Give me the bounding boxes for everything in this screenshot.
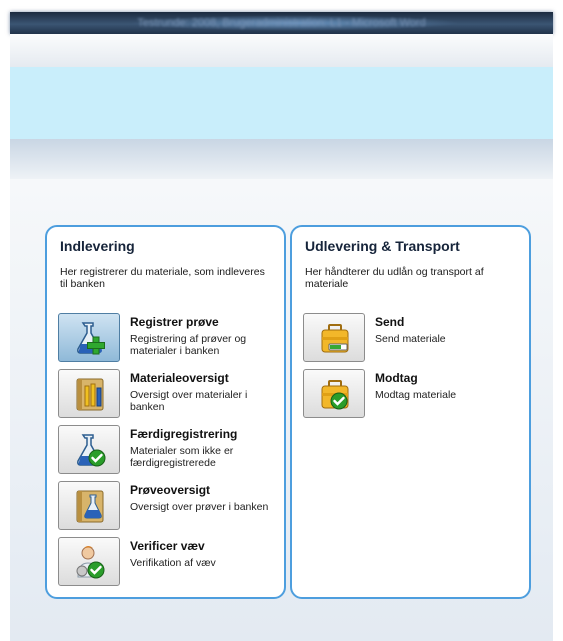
panel-description: Her registrerer du materiale, som indlev… <box>60 266 265 290</box>
registrer-proeve-item: Registrer prøve Registrering af prøver o… <box>58 313 280 365</box>
window-title-bar: Testrunde: 2008, Brugeradministration: L… <box>10 12 553 34</box>
item-description: Verifikation af væv <box>130 557 216 569</box>
item-description: Oversigt over prøver i banken <box>130 501 269 513</box>
panel-title: Indlevering <box>60 238 135 254</box>
panel-title: Udlevering & Transport <box>305 238 460 254</box>
materialeoversigt-item: Materialeoversigt Oversigt over material… <box>58 369 280 421</box>
udlevering-transport-panel: Udlevering & Transport Her håndterer du … <box>290 225 531 599</box>
item-description: Materialer som ikke er færdigregistrered… <box>130 445 234 469</box>
registrer-proeve-button[interactable] <box>58 313 120 362</box>
binder-flask-icon <box>76 490 104 523</box>
send-button[interactable] <box>303 313 365 362</box>
item-description: Modtag materiale <box>375 389 457 401</box>
flask-plus-icon <box>77 322 105 355</box>
modtag-item: Modtag Modtag materiale <box>303 369 525 421</box>
item-title: Prøveoversigt <box>130 483 211 497</box>
item-title: Materialeoversigt <box>130 371 229 385</box>
case-send-icon <box>321 324 349 353</box>
case-check-icon <box>321 380 349 410</box>
faerdigregistrering-item: Færdigregistrering Materialer som ikke e… <box>58 425 280 477</box>
modtag-button[interactable] <box>303 369 365 418</box>
item-title: Send <box>375 315 405 329</box>
header-fade <box>10 139 553 179</box>
faerdigregistrering-button[interactable] <box>58 425 120 474</box>
item-title: Færdigregistrering <box>130 427 238 441</box>
verificer-vaev-button[interactable] <box>58 537 120 586</box>
header-band <box>10 67 553 139</box>
flask-check-icon <box>77 434 106 467</box>
send-item: Send Send materiale <box>303 313 525 365</box>
ribbon-strip <box>10 34 553 67</box>
window-title: Testrunde: 2008, Brugeradministration: L… <box>137 17 426 29</box>
item-title: Modtag <box>375 371 418 385</box>
proeveoversigt-button[interactable] <box>58 481 120 530</box>
proeveoversigt-item: Prøveoversigt Oversigt over prøver i ban… <box>58 481 280 533</box>
binder-tubes-icon <box>76 378 104 411</box>
item-description: Registrering af prøver og materialer i b… <box>130 333 247 357</box>
person-check-icon <box>76 546 105 579</box>
verificer-vaev-item: Verificer væv Verifikation af væv <box>58 537 280 589</box>
item-description: Oversigt over materialer i banken <box>130 389 248 413</box>
item-title: Verificer væv <box>130 539 205 553</box>
panel-description: Her håndterer du udlån og transport af m… <box>305 266 484 290</box>
materialeoversigt-button[interactable] <box>58 369 120 418</box>
item-title: Registrer prøve <box>130 315 219 329</box>
indlevering-panel: Indlevering Her registrerer du materiale… <box>45 225 286 599</box>
item-description: Send materiale <box>375 333 446 345</box>
